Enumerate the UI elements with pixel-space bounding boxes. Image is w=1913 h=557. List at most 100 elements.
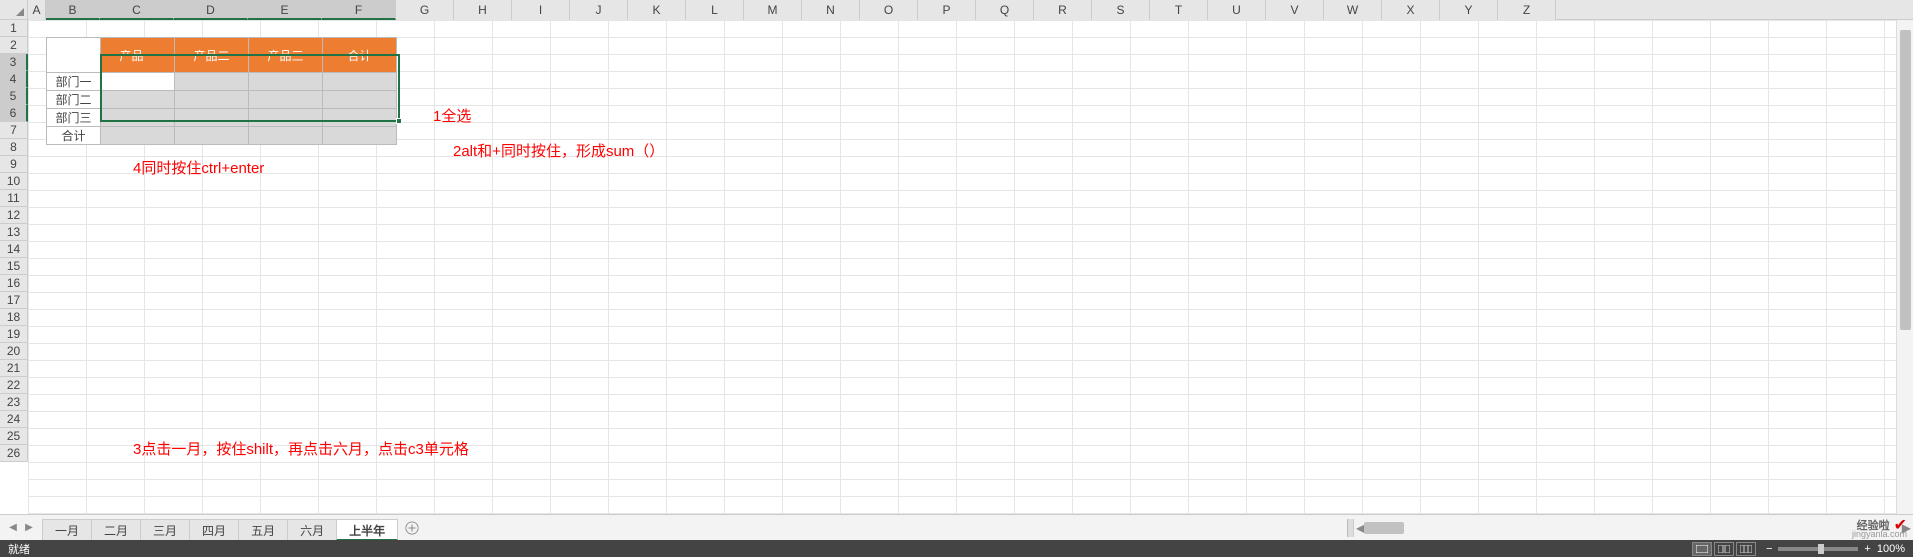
th-product-3[interactable]: 产品三 — [249, 38, 323, 73]
col-header-W[interactable]: W — [1324, 0, 1382, 20]
col-header-S[interactable]: S — [1092, 0, 1150, 20]
col-header-R[interactable]: R — [1034, 0, 1092, 20]
col-header-G[interactable]: G — [396, 0, 454, 20]
row-header-20[interactable]: 20 — [0, 343, 28, 360]
row-header-13[interactable]: 13 — [0, 224, 28, 241]
horizontal-scroll-thumb[interactable] — [1364, 522, 1404, 534]
col-header-N[interactable]: N — [802, 0, 860, 20]
add-sheet-button[interactable] — [401, 517, 423, 539]
th-product-1[interactable]: 产品一 — [101, 38, 175, 73]
col-header-J[interactable]: J — [570, 0, 628, 20]
col-header-T[interactable]: T — [1150, 0, 1208, 20]
row-header-1[interactable]: 1 — [0, 20, 28, 37]
cell-f5[interactable] — [323, 109, 397, 127]
zoom-level[interactable]: 100% — [1877, 543, 1905, 555]
cell-d5[interactable] — [175, 109, 249, 127]
row-header-11[interactable]: 11 — [0, 190, 28, 207]
row-header-18[interactable]: 18 — [0, 309, 28, 326]
cell-e5[interactable] — [249, 109, 323, 127]
col-header-Y[interactable]: Y — [1440, 0, 1498, 20]
row-header-14[interactable]: 14 — [0, 241, 28, 258]
cell-d3[interactable] — [175, 73, 249, 91]
row-header-6[interactable]: 6 — [0, 105, 28, 122]
sheet-tab-h1[interactable]: 上半年 — [336, 519, 398, 541]
sheet-tab-mar[interactable]: 三月 — [140, 519, 190, 541]
col-header-I[interactable]: I — [512, 0, 570, 20]
page-break-button[interactable] — [1736, 542, 1756, 556]
cell-d6[interactable] — [175, 127, 249, 145]
row-label-total[interactable]: 合计 — [47, 127, 101, 145]
th-product-2[interactable]: 产品二 — [175, 38, 249, 73]
row-header-24[interactable]: 24 — [0, 411, 28, 428]
row-header-5[interactable]: 5 — [0, 88, 28, 105]
row-header-16[interactable]: 16 — [0, 275, 28, 292]
col-header-Z[interactable]: Z — [1498, 0, 1556, 20]
row-header-19[interactable]: 19 — [0, 326, 28, 343]
vertical-scrollbar[interactable] — [1896, 20, 1913, 514]
cell-c5[interactable] — [101, 109, 175, 127]
normal-view-button[interactable] — [1692, 542, 1712, 556]
row-header-7[interactable]: 7 — [0, 122, 28, 139]
sheet-tab-jan[interactable]: 一月 — [42, 519, 92, 541]
col-header-O[interactable]: O — [860, 0, 918, 20]
sheet-tab-feb[interactable]: 二月 — [91, 519, 141, 541]
cell-d4[interactable] — [175, 91, 249, 109]
row-header-15[interactable]: 15 — [0, 258, 28, 275]
col-header-U[interactable]: U — [1208, 0, 1266, 20]
col-header-C[interactable]: C — [100, 0, 174, 20]
row-label-dept-1[interactable]: 部门一 — [47, 73, 101, 91]
zoom-slider[interactable] — [1778, 547, 1858, 551]
row-header-4[interactable]: 4 — [0, 71, 28, 88]
row-label-dept-2[interactable]: 部门二 — [47, 91, 101, 109]
zoom-out-button[interactable]: − — [1766, 543, 1772, 555]
row-header-22[interactable]: 22 — [0, 377, 28, 394]
col-header-B[interactable]: B — [46, 0, 100, 20]
select-all-corner[interactable] — [0, 0, 28, 20]
row-header-17[interactable]: 17 — [0, 292, 28, 309]
cell-e4[interactable] — [249, 91, 323, 109]
row-header-23[interactable]: 23 — [0, 394, 28, 411]
row-header-25[interactable]: 25 — [0, 428, 28, 445]
cell-c6[interactable] — [101, 127, 175, 145]
col-header-D[interactable]: D — [174, 0, 248, 20]
cell-f4[interactable] — [323, 91, 397, 109]
col-header-F[interactable]: F — [322, 0, 396, 20]
cell-c4[interactable] — [101, 91, 175, 109]
row-header-26[interactable]: 26 — [0, 445, 28, 462]
col-header-H[interactable]: H — [454, 0, 512, 20]
row-header-2[interactable]: 2 — [0, 37, 28, 54]
cell-f3[interactable] — [323, 73, 397, 91]
horizontal-scrollbar[interactable]: ◀ ▶ — [1353, 519, 1913, 537]
row-header-3[interactable]: 3 — [0, 54, 28, 71]
col-header-A[interactable]: A — [28, 0, 46, 20]
col-header-M[interactable]: M — [744, 0, 802, 20]
cell-e6[interactable] — [249, 127, 323, 145]
cell-e3[interactable] — [249, 73, 323, 91]
col-header-Q[interactable]: Q — [976, 0, 1034, 20]
row-header-8[interactable]: 8 — [0, 139, 28, 156]
sheet-tab-may[interactable]: 五月 — [238, 519, 288, 541]
tab-next-icon[interactable]: ▶ — [24, 521, 34, 535]
sheet-tab-apr[interactable]: 四月 — [189, 519, 239, 541]
cell-c3[interactable] — [101, 73, 175, 91]
tab-prev-icon[interactable]: ◀ — [8, 521, 18, 535]
th-dept-name[interactable]: 部门名称 — [47, 38, 101, 73]
row-header-9[interactable]: 9 — [0, 156, 28, 173]
row-header-12[interactable]: 12 — [0, 207, 28, 224]
zoom-in-button[interactable]: + — [1864, 543, 1870, 555]
cell-f6[interactable] — [323, 127, 397, 145]
vertical-scroll-thumb[interactable] — [1900, 30, 1911, 330]
cell-grid[interactable]: 部门名称 产品一 产品二 产品三 合计 部门一 部门二 部门 — [28, 20, 1913, 514]
col-header-P[interactable]: P — [918, 0, 976, 20]
page-layout-button[interactable] — [1714, 542, 1734, 556]
col-header-K[interactable]: K — [628, 0, 686, 20]
col-header-E[interactable]: E — [248, 0, 322, 20]
col-header-X[interactable]: X — [1382, 0, 1440, 20]
row-label-dept-3[interactable]: 部门三 — [47, 109, 101, 127]
sheet-tab-jun[interactable]: 六月 — [287, 519, 337, 541]
row-header-21[interactable]: 21 — [0, 360, 28, 377]
row-header-10[interactable]: 10 — [0, 173, 28, 190]
col-header-L[interactable]: L — [686, 0, 744, 20]
col-header-V[interactable]: V — [1266, 0, 1324, 20]
th-total[interactable]: 合计 — [323, 38, 397, 73]
